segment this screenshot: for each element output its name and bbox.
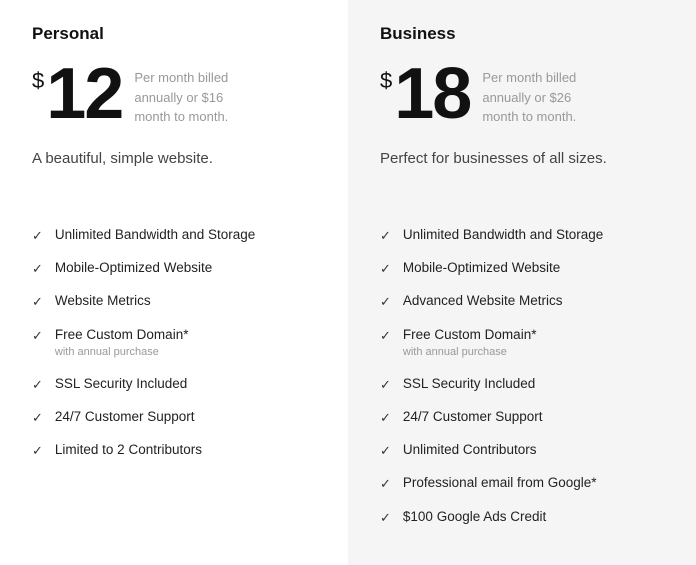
feature-text: Mobile-Optimized Website (403, 259, 560, 278)
feature-text: Free Custom Domain* (403, 326, 537, 345)
check-icon: ✓ (380, 293, 391, 311)
list-item: ✓ Unlimited Bandwidth and Storage (380, 226, 664, 245)
feature-text: Unlimited Contributors (403, 441, 537, 460)
personal-price-row: $ 12 Per month billed annually or $16 mo… (32, 58, 316, 130)
check-icon: ✓ (32, 327, 43, 345)
list-item: ✓ Professional email from Google* (380, 474, 664, 493)
check-icon: ✓ (32, 376, 43, 394)
list-item: ✓ 24/7 Customer Support (32, 408, 316, 427)
check-icon: ✓ (380, 509, 391, 527)
check-icon: ✓ (380, 409, 391, 427)
feature-text: Unlimited Bandwidth and Storage (403, 226, 603, 245)
feature-text: Free Custom Domain* (55, 326, 189, 345)
list-item: ✓ Limited to 2 Contributors (32, 441, 316, 460)
check-icon: ✓ (32, 442, 43, 460)
feature-text: 24/7 Customer Support (403, 408, 543, 427)
personal-features-list: ✓ Unlimited Bandwidth and Storage ✓ Mobile-… (32, 226, 316, 460)
personal-price-amount: 12 (46, 58, 122, 130)
list-item: ✓ SSL Security Included (32, 375, 316, 394)
feature-text: Website Metrics (55, 292, 151, 311)
check-icon: ✓ (32, 227, 43, 245)
list-item: ✓ Unlimited Bandwidth and Storage (32, 226, 316, 245)
personal-currency: $ (32, 68, 44, 94)
list-item: ✓ Free Custom Domain*with annual purchase (32, 326, 316, 361)
list-item: ✓ Mobile-Optimized Website (32, 259, 316, 278)
business-price-amount: 18 (394, 58, 470, 130)
check-icon: ✓ (380, 260, 391, 278)
list-item: ✓ Website Metrics (32, 292, 316, 311)
feature-text: Unlimited Bandwidth and Storage (55, 226, 255, 245)
feature-text: Mobile-Optimized Website (55, 259, 212, 278)
business-price-desc: Per month billed annually or $26 month t… (482, 68, 592, 127)
check-icon: ✓ (380, 376, 391, 394)
personal-plan: Personal $ 12 Per month billed annually … (0, 0, 348, 565)
list-item: ✓ Advanced Website Metrics (380, 292, 664, 311)
personal-plan-name: Personal (32, 24, 316, 44)
list-item: ✓ Unlimited Contributors (380, 441, 664, 460)
list-item: ✓ SSL Security Included (380, 375, 664, 394)
check-icon: ✓ (380, 442, 391, 460)
check-icon: ✓ (380, 327, 391, 345)
check-icon: ✓ (32, 293, 43, 311)
pricing-container: Personal $ 12 Per month billed annually … (0, 0, 696, 565)
business-plan-name: Business (380, 24, 664, 44)
list-item: ✓ Free Custom Domain*with annual purchase (380, 326, 664, 361)
personal-tagline: A beautiful, simple website. (32, 148, 316, 198)
feature-subtext: with annual purchase (403, 345, 537, 360)
feature-text: SSL Security Included (55, 375, 187, 394)
business-currency: $ (380, 68, 392, 94)
list-item: ✓ $100 Google Ads Credit (380, 508, 664, 527)
personal-price-desc: Per month billed annually or $16 month t… (134, 68, 244, 127)
business-plan: Business $ 18 Per month billed annually … (348, 0, 696, 565)
feature-text: $100 Google Ads Credit (403, 508, 546, 527)
check-icon: ✓ (380, 227, 391, 245)
feature-text: 24/7 Customer Support (55, 408, 195, 427)
feature-text: Limited to 2 Contributors (55, 441, 202, 460)
list-item: ✓ 24/7 Customer Support (380, 408, 664, 427)
check-icon: ✓ (32, 409, 43, 427)
list-item: ✓ Mobile-Optimized Website (380, 259, 664, 278)
check-icon: ✓ (380, 475, 391, 493)
feature-text: Professional email from Google* (403, 474, 597, 493)
feature-text: Advanced Website Metrics (403, 292, 563, 311)
feature-subtext: with annual purchase (55, 345, 189, 360)
feature-text: SSL Security Included (403, 375, 535, 394)
check-icon: ✓ (32, 260, 43, 278)
business-tagline: Perfect for businesses of all sizes. (380, 148, 664, 198)
business-features-list: ✓ Unlimited Bandwidth and Storage ✓ Mobile-… (380, 226, 664, 527)
business-price-row: $ 18 Per month billed annually or $26 mo… (380, 58, 664, 130)
